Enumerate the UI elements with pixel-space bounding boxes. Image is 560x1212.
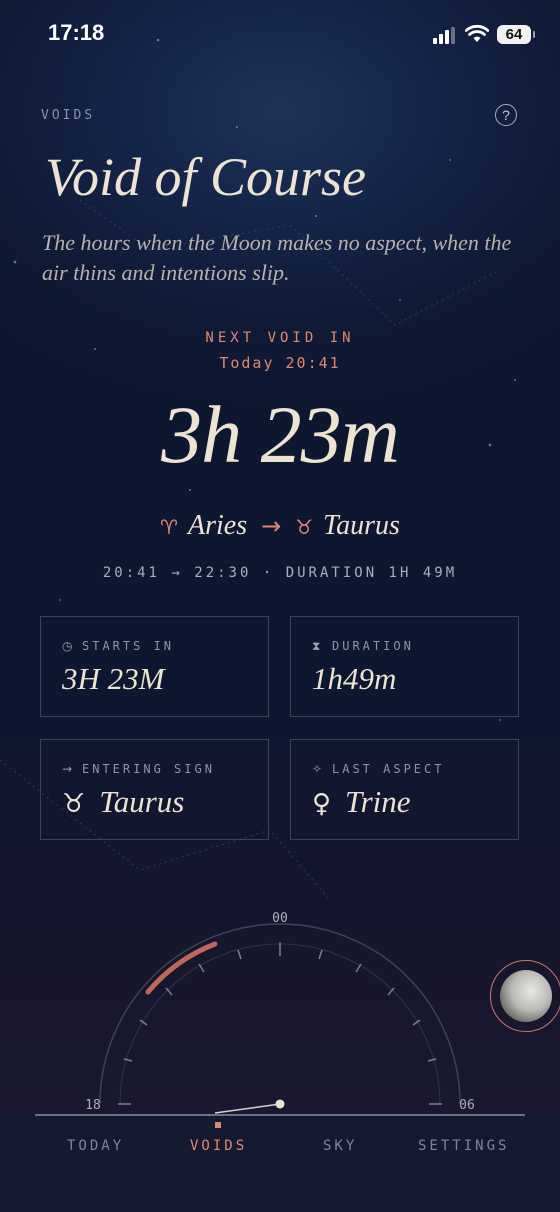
sparkle-icon: ✧	[312, 762, 326, 776]
battery-indicator: 64	[497, 25, 535, 44]
page-subtitle: The hours when the Moon makes no aspect,…	[42, 230, 512, 285]
taurus-icon: ♉	[62, 789, 86, 819]
tab-settings[interactable]: SETTINGS	[418, 1138, 509, 1154]
sign-transition: ♈ Aries → ♉ Taurus	[0, 510, 560, 542]
dial-label-right: 06	[459, 1098, 475, 1113]
countdown: 3h 23m	[161, 389, 400, 480]
duration-card[interactable]: ⧗ DURATION 1h49m	[290, 616, 519, 717]
moon-phase-button[interactable]	[490, 960, 560, 1032]
card-label: LAST ASPECT	[332, 762, 445, 776]
from-sign: Aries	[187, 510, 248, 541]
card-label: STARTS IN	[82, 639, 175, 653]
arrow-right-icon: →	[261, 512, 282, 540]
taurus-icon: ♉	[295, 515, 314, 539]
card-value: 1h49m	[312, 661, 397, 696]
active-tab-indicator	[215, 1122, 221, 1128]
last-aspect-card[interactable]: ✧ LAST ASPECT ♀ Trine	[290, 739, 519, 840]
moon-icon	[500, 970, 552, 1022]
card-label: ENTERING SIGN	[82, 762, 215, 776]
status-bar: 17:18 64	[0, 0, 560, 70]
cellular-signal-icon	[433, 27, 455, 44]
card-value: Trine	[345, 784, 411, 819]
void-arc	[145, 941, 218, 995]
next-void-label: NEXT VOID IN	[205, 330, 355, 346]
to-sign: Taurus	[323, 510, 400, 541]
clock-icon: ◷	[62, 639, 76, 653]
entering-sign-card[interactable]: → ENTERING SIGN ♉ Taurus	[40, 739, 269, 840]
dial-needle-hub	[275, 1099, 285, 1109]
void-timeline: 20:41 → 22:30 · DURATION 1H 49M	[102, 565, 458, 581]
hourglass-icon: ⧗	[312, 639, 324, 653]
card-value: Taurus	[99, 784, 185, 819]
venus-icon: ♀	[312, 789, 332, 819]
arrow-right-icon: →	[62, 762, 76, 776]
tab-bar: TODAY VOIDS SKY SETTINGS	[0, 1116, 560, 1212]
tab-voids[interactable]: VOIDS	[190, 1138, 247, 1154]
tab-sky[interactable]: SKY	[323, 1138, 357, 1154]
void-dial: 00 18 06	[35, 911, 525, 1116]
card-value: 3H 23M	[62, 661, 165, 696]
aries-icon: ♈	[160, 515, 178, 539]
section-eyebrow: VOIDS	[41, 108, 96, 123]
dial-label-top: 00	[272, 911, 288, 926]
dial-label-left: 18	[85, 1098, 101, 1113]
wifi-icon	[465, 24, 489, 42]
status-time: 17:18	[48, 20, 105, 45]
page-title: Void of Course	[45, 147, 367, 207]
tab-today[interactable]: TODAY	[67, 1138, 124, 1154]
next-void-time: Today 20:41	[219, 354, 341, 372]
help-icon[interactable]: ?	[495, 104, 517, 126]
card-label: DURATION	[332, 639, 414, 653]
starts-in-card[interactable]: ◷ STARTS IN 3H 23M	[40, 616, 269, 717]
